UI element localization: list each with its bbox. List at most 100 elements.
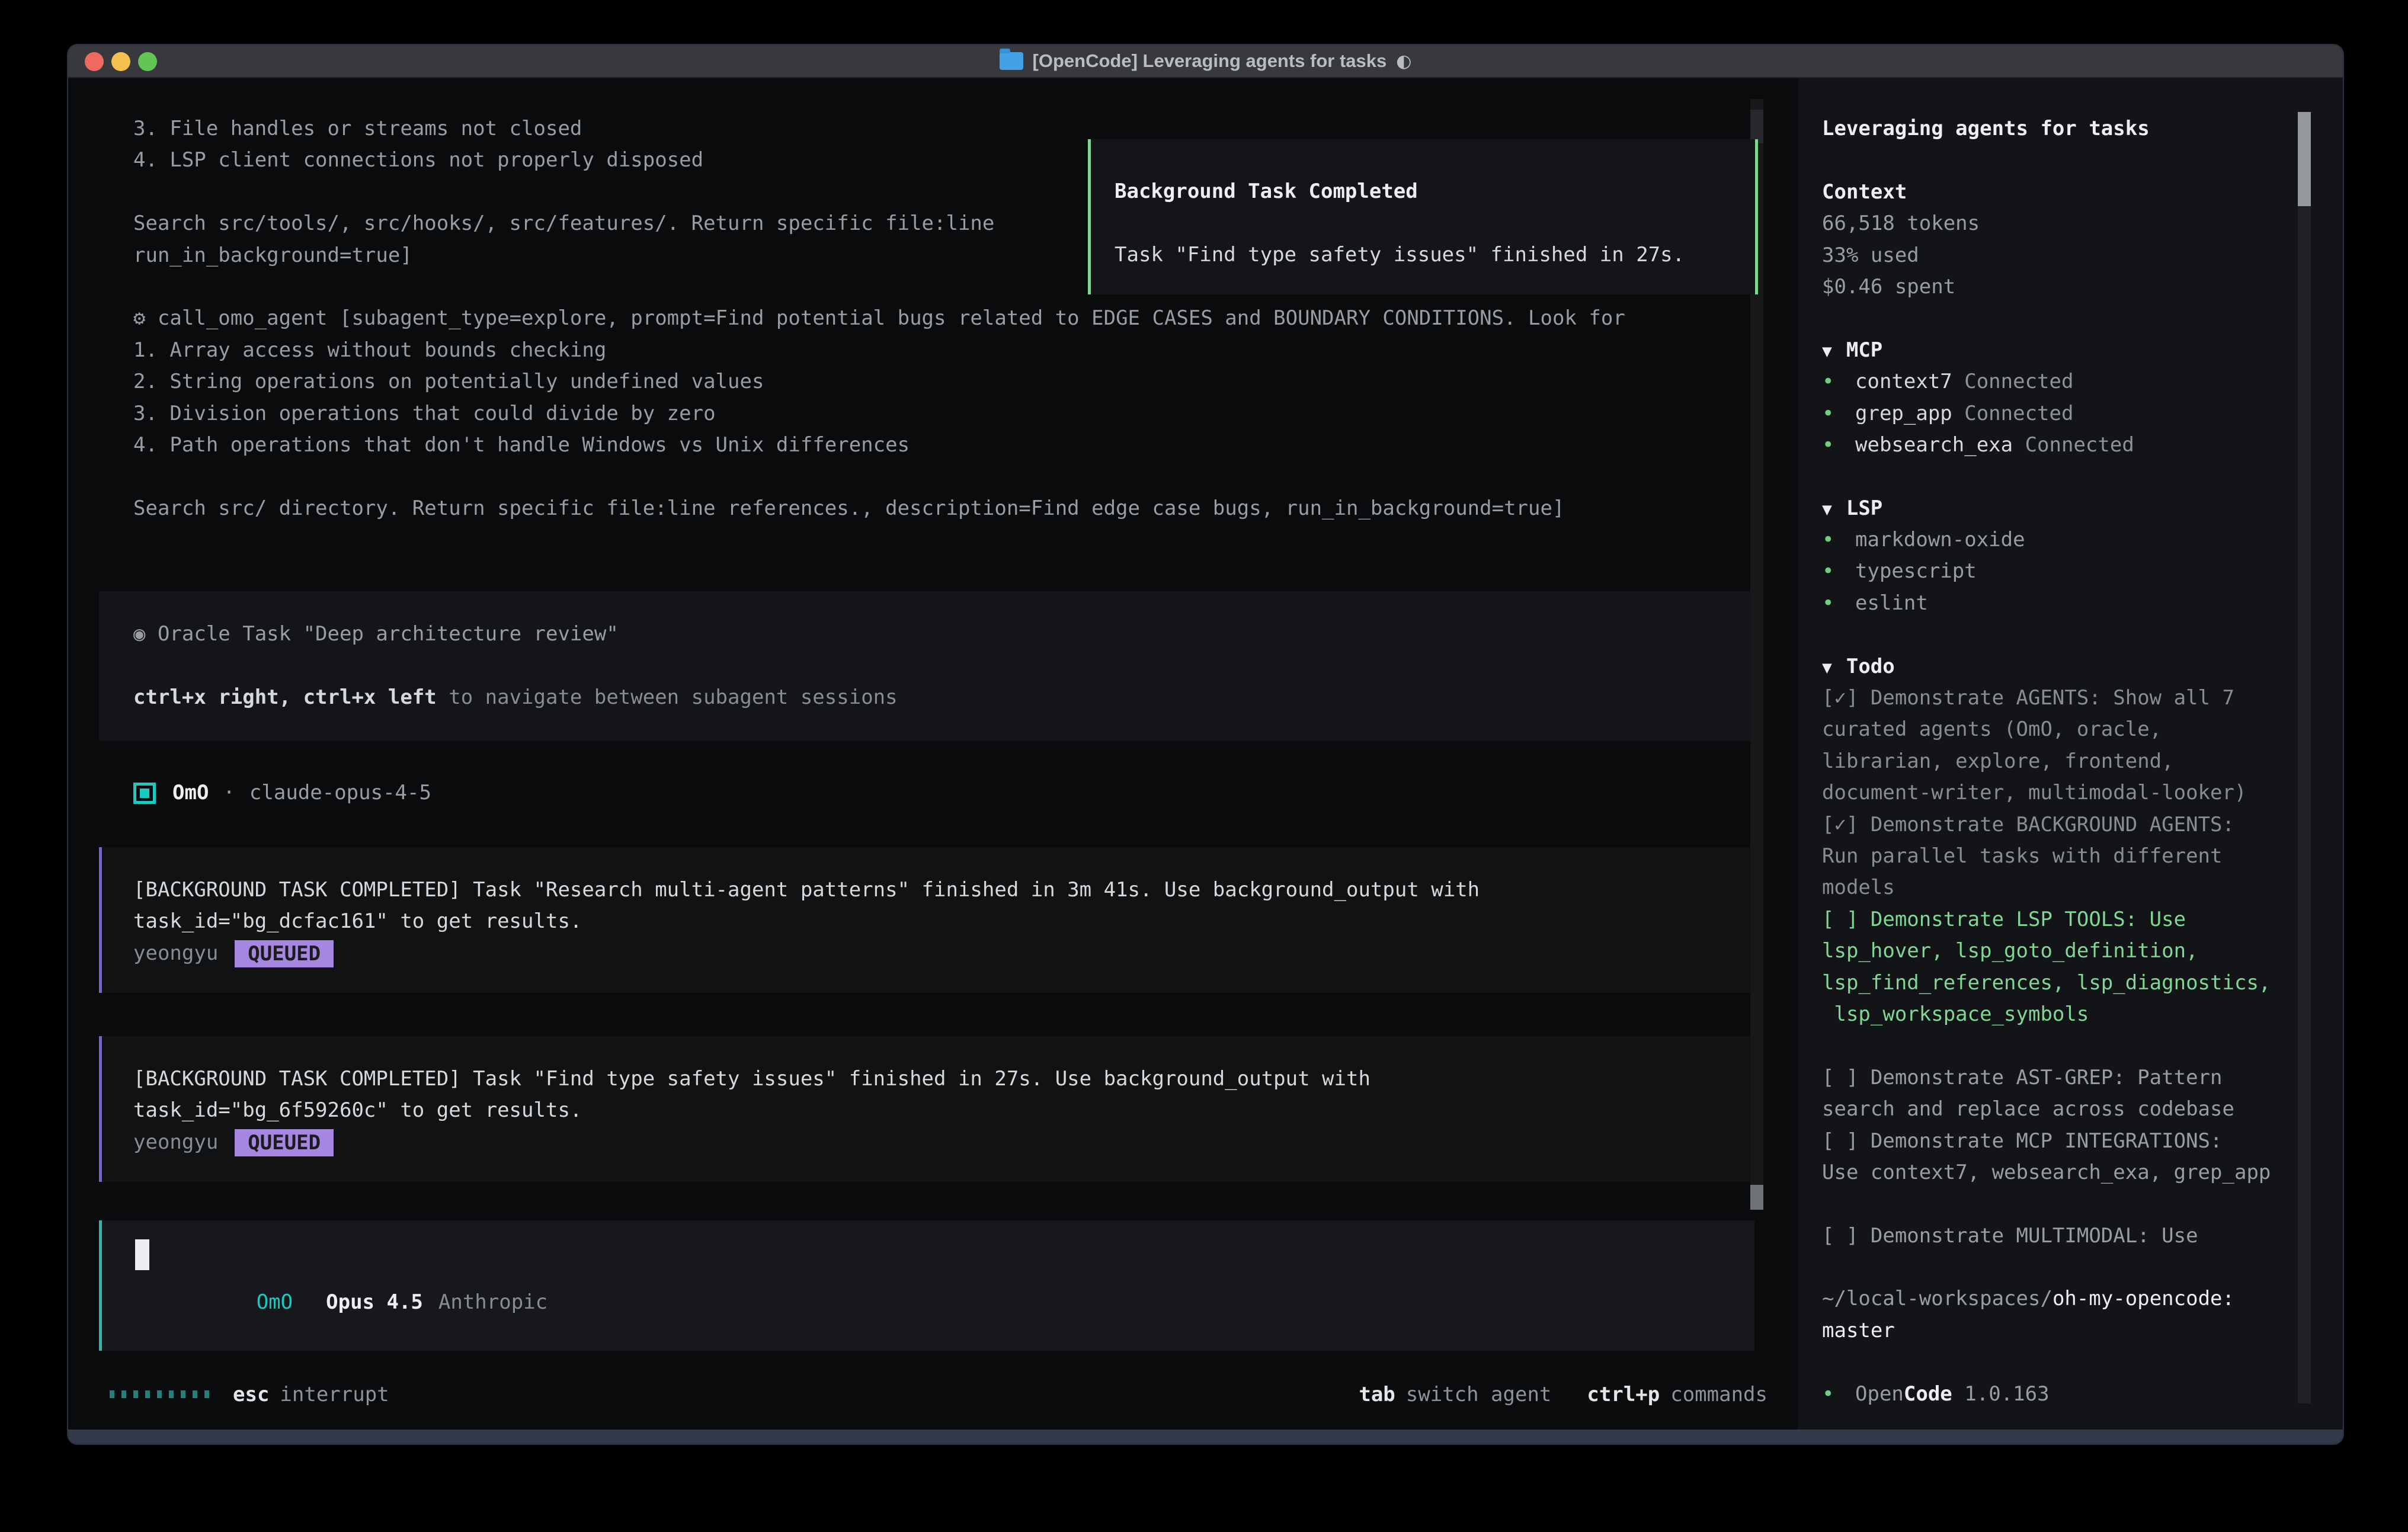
bullet-icon: • xyxy=(1822,366,1855,398)
window-body: 3. File handles or streams not closed 4.… xyxy=(68,78,2343,1430)
oracle-icon: ◉ xyxy=(133,622,145,646)
bullet-icon: • xyxy=(1822,556,1855,587)
tab-key-hint: tab xyxy=(1359,1383,1395,1406)
task-line: [BACKGROUND TASK COMPLETED] Task "Find t… xyxy=(133,1063,1754,1095)
lsp-name: eslint xyxy=(1855,591,1928,615)
ctrlp-key-hint: ctrl+p xyxy=(1587,1383,1660,1406)
model-short: OmO xyxy=(257,1290,293,1314)
folder-icon xyxy=(1000,52,1023,70)
window-titlebar[interactable]: [OpenCode] Leveraging agents for tasks ◐ xyxy=(68,45,2343,78)
oracle-hint-line: ctrl+x right, ctrl+x left to navigate be… xyxy=(133,682,1754,713)
blank-line xyxy=(1822,145,2289,176)
todo-line-active: lsp_workspace_symbols xyxy=(1822,999,2289,1030)
gear-icon: ⚙ xyxy=(133,306,145,330)
oracle-task-box: ◉ Oracle Task "Deep architecture review"… xyxy=(99,591,1754,741)
minimize-button[interactable] xyxy=(111,52,130,71)
session-sidebar: Leveraging agents for tasks Context 66,5… xyxy=(1798,78,2343,1430)
oracle-title: Oracle Task "Deep architecture review" xyxy=(145,622,618,646)
sidebar-scrollbar[interactable] xyxy=(2298,112,2311,1403)
mcp-name: grep_app xyxy=(1855,402,1952,425)
context-spent: $0.46 spent xyxy=(1822,271,2289,303)
status-right: tab switch agent ctrl+p commands xyxy=(1359,1383,1767,1406)
session-title: Leveraging agents for tasks xyxy=(1822,113,2289,145)
prompt-input[interactable]: OmOOpus 4.5Anthropic xyxy=(99,1220,1754,1351)
sidebar-scrollbar-thumb[interactable] xyxy=(2298,112,2311,206)
toast-title: Background Task Completed xyxy=(1115,176,1755,207)
blank-line xyxy=(1822,1252,2289,1283)
todo-line-done: curated agents (OmO, oracle, xyxy=(1822,714,2289,745)
text-cursor xyxy=(135,1239,149,1270)
terminal-line: 2. String operations on potentially unde… xyxy=(133,366,1625,398)
context-heading: Context xyxy=(1822,177,2289,208)
model-indicator: OmOOpus 4.5Anthropic xyxy=(135,1267,547,1338)
lsp-item: •typescript xyxy=(1822,556,2289,587)
todo-line-pending: [ ] Demonstrate MULTIMODAL: Use xyxy=(1822,1220,2289,1252)
hint-key-left: ctrl+x left xyxy=(303,685,449,709)
blank-line xyxy=(1822,1030,2289,1062)
mcp-status: Connected xyxy=(1952,370,2074,393)
blank-line xyxy=(1822,461,2289,492)
todo-line-done: models xyxy=(1822,872,2289,903)
background-task-toast: Background Task Completed Task "Find typ… xyxy=(1088,139,1758,294)
lsp-name: markdown-oxide xyxy=(1855,528,2025,552)
mcp-item: •context7 Connected xyxy=(1822,366,2289,398)
blank-line xyxy=(133,650,1754,681)
task-meta-line: yeongyuQUEUED xyxy=(133,1127,1754,1158)
main-scrollbar-thumb-top[interactable] xyxy=(1750,110,1763,143)
todo-line-done: [✓] Demonstrate BACKGROUND AGENTS: xyxy=(1822,809,2289,841)
workspace-path: ~/local-workspaces/oh-my-opencode: xyxy=(1822,1283,2289,1315)
desktop: { "window": { "title": "[OpenCode] Lever… xyxy=(0,0,2408,1532)
bullet-icon: • xyxy=(1822,588,1855,619)
bullet-icon: • xyxy=(1822,524,1855,556)
todo-line-done: librarian, explore, frontend, xyxy=(1822,746,2289,777)
model-name: Opus 4.5 xyxy=(326,1290,423,1314)
session-loading-icon: ◐ xyxy=(1396,51,1411,72)
collapse-triangle-icon: ▼ xyxy=(1822,341,1832,361)
bullet-icon: • xyxy=(1822,1379,1855,1410)
app-version-number: 1.0.163 xyxy=(1952,1382,2050,1406)
window-title-group: [OpenCode] Leveraging agents for tasks ◐ xyxy=(1000,50,1412,72)
mcp-name: context7 xyxy=(1855,370,1952,393)
agent-call-text: call_omo_agent [subagent_type=explore, p… xyxy=(145,306,1625,330)
ctrlp-key-label: commands xyxy=(1670,1383,1767,1406)
collapse-triangle-icon: ▼ xyxy=(1822,499,1832,519)
todo-line-active: lsp_hover, lsp_goto_definition, xyxy=(1822,935,2289,967)
app-name: Code xyxy=(1904,1382,1952,1406)
bullet-icon: • xyxy=(1822,430,1855,461)
task-line: task_id="bg_dcfac161" to get results. xyxy=(133,906,1754,937)
status-bar: esc interrupt tab switch agent ctrl+p co… xyxy=(110,1379,1767,1410)
window-bottom-edge xyxy=(68,1430,2343,1444)
opencode-terminal-window: [OpenCode] Leveraging agents for tasks ◐… xyxy=(68,45,2343,1444)
lsp-section-header[interactable]: ▼LSP xyxy=(1822,493,2289,524)
agent-model: claude-opus-4-5 xyxy=(249,777,431,809)
workspace-path-prefix: ~/local-workspaces/ xyxy=(1822,1287,2052,1310)
terminal-line: Search src/ directory. Return specific f… xyxy=(133,493,1625,524)
blank-line xyxy=(1822,303,2289,334)
separator-dot: · xyxy=(223,777,235,809)
collapse-triangle-icon: ▼ xyxy=(1822,658,1832,677)
workspace-branch: master xyxy=(1822,1315,2289,1347)
status-left: esc interrupt xyxy=(110,1383,389,1406)
blank-line xyxy=(1822,619,2289,650)
lsp-item: •markdown-oxide xyxy=(1822,524,2289,556)
agent-call-line: ⚙ call_omo_agent [subagent_type=explore,… xyxy=(133,303,1625,334)
todo-line-pending: Use context7, websearch_exa, grep_app xyxy=(1822,1157,2289,1188)
context-used: 33% used xyxy=(1822,240,2289,271)
todo-heading: Todo xyxy=(1846,655,1895,678)
todo-section-header[interactable]: ▼ Todo xyxy=(1822,651,2289,682)
mcp-section-header[interactable]: ▼ MCP xyxy=(1822,335,2289,366)
terminal-line: 4. Path operations that don't handle Win… xyxy=(133,430,1625,461)
agent-icon xyxy=(133,783,156,804)
context-tokens: 66,518 tokens xyxy=(1822,208,2289,239)
zoom-button[interactable] xyxy=(138,52,157,71)
todo-line-active: [ ] Demonstrate LSP TOOLS: Use xyxy=(1822,904,2289,935)
todo-line-pending: [ ] Demonstrate AST-GREP: Pattern xyxy=(1822,1062,2289,1094)
sidebar-content: Leveraging agents for tasks Context 66,5… xyxy=(1798,78,2343,1410)
window-title: [OpenCode] Leveraging agents for tasks xyxy=(1033,50,1387,72)
mcp-heading: MCP xyxy=(1846,338,1882,362)
main-scrollbar-thumb[interactable] xyxy=(1750,1185,1763,1210)
task-line: task_id="bg_6f59260c" to get results. xyxy=(133,1095,1754,1126)
task-user: yeongyu xyxy=(133,941,218,965)
mcp-name: websearch_exa xyxy=(1855,433,2013,457)
close-button[interactable] xyxy=(85,52,104,71)
